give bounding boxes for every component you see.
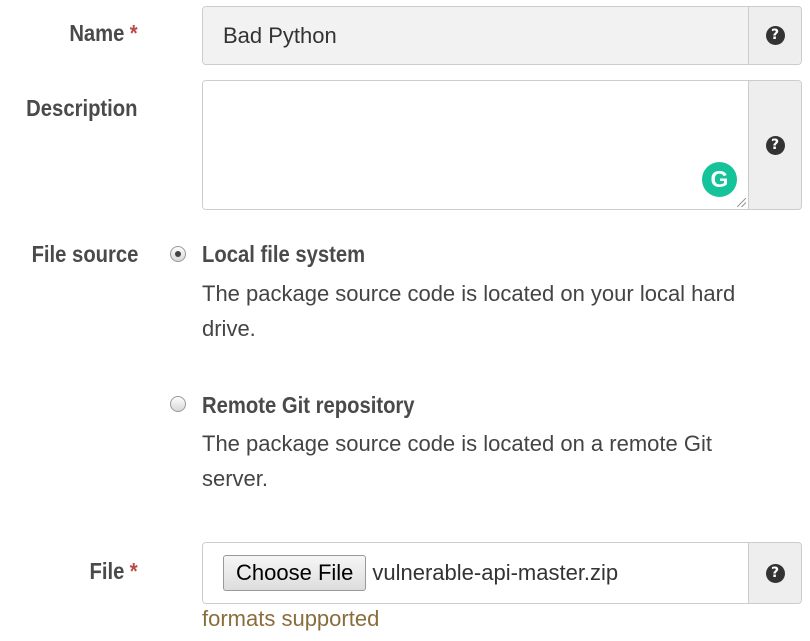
name-input[interactable]: [203, 7, 748, 64]
file-source-label: File source: [31, 241, 138, 268]
file-hint-text: formats supported: [202, 606, 380, 631]
name-label: Name *: [70, 20, 138, 47]
file-chooser: Choose File vulnerable-api-master.zip: [203, 543, 748, 603]
selected-file-name: vulnerable-api-master.zip: [372, 560, 619, 585]
radio-local-title[interactable]: Local file system: [202, 241, 365, 268]
name-label-text: Name: [69, 20, 125, 46]
radio-remote-title[interactable]: Remote Git repository: [202, 392, 415, 419]
description-help-button[interactable]: ?: [748, 81, 801, 209]
required-marker: *: [130, 558, 138, 584]
required-marker: *: [130, 20, 138, 46]
description-label: Description: [27, 95, 138, 122]
grammarly-icon[interactable]: G: [702, 162, 737, 197]
radio-remote-help-text: The package source code is located on a …: [202, 431, 712, 491]
file-label: File *: [90, 558, 138, 585]
description-textarea-wrap: G: [203, 81, 748, 209]
description-textarea[interactable]: [203, 81, 748, 209]
question-circle-icon: ?: [765, 26, 785, 45]
question-circle-icon: ?: [765, 135, 785, 155]
radio-local-help-text: The package source code is located on yo…: [202, 281, 736, 341]
radio-remote-git-repository[interactable]: [170, 396, 186, 412]
file-help-button[interactable]: ?: [748, 543, 801, 603]
radio-local-file-system[interactable]: [170, 246, 186, 262]
file-label-text: File: [89, 558, 125, 584]
file-input-group: Choose File vulnerable-api-master.zip ?: [202, 542, 802, 604]
name-input-group: ?: [202, 6, 802, 65]
name-help-button[interactable]: ?: [748, 7, 801, 64]
file-source-label-text: File source: [31, 241, 138, 267]
description-label-text: Description: [26, 95, 138, 121]
question-circle-icon: ?: [765, 563, 785, 583]
description-input-group: G ?: [202, 80, 802, 210]
resize-grip-icon[interactable]: [737, 198, 746, 207]
choose-file-button[interactable]: Choose File: [223, 555, 367, 591]
